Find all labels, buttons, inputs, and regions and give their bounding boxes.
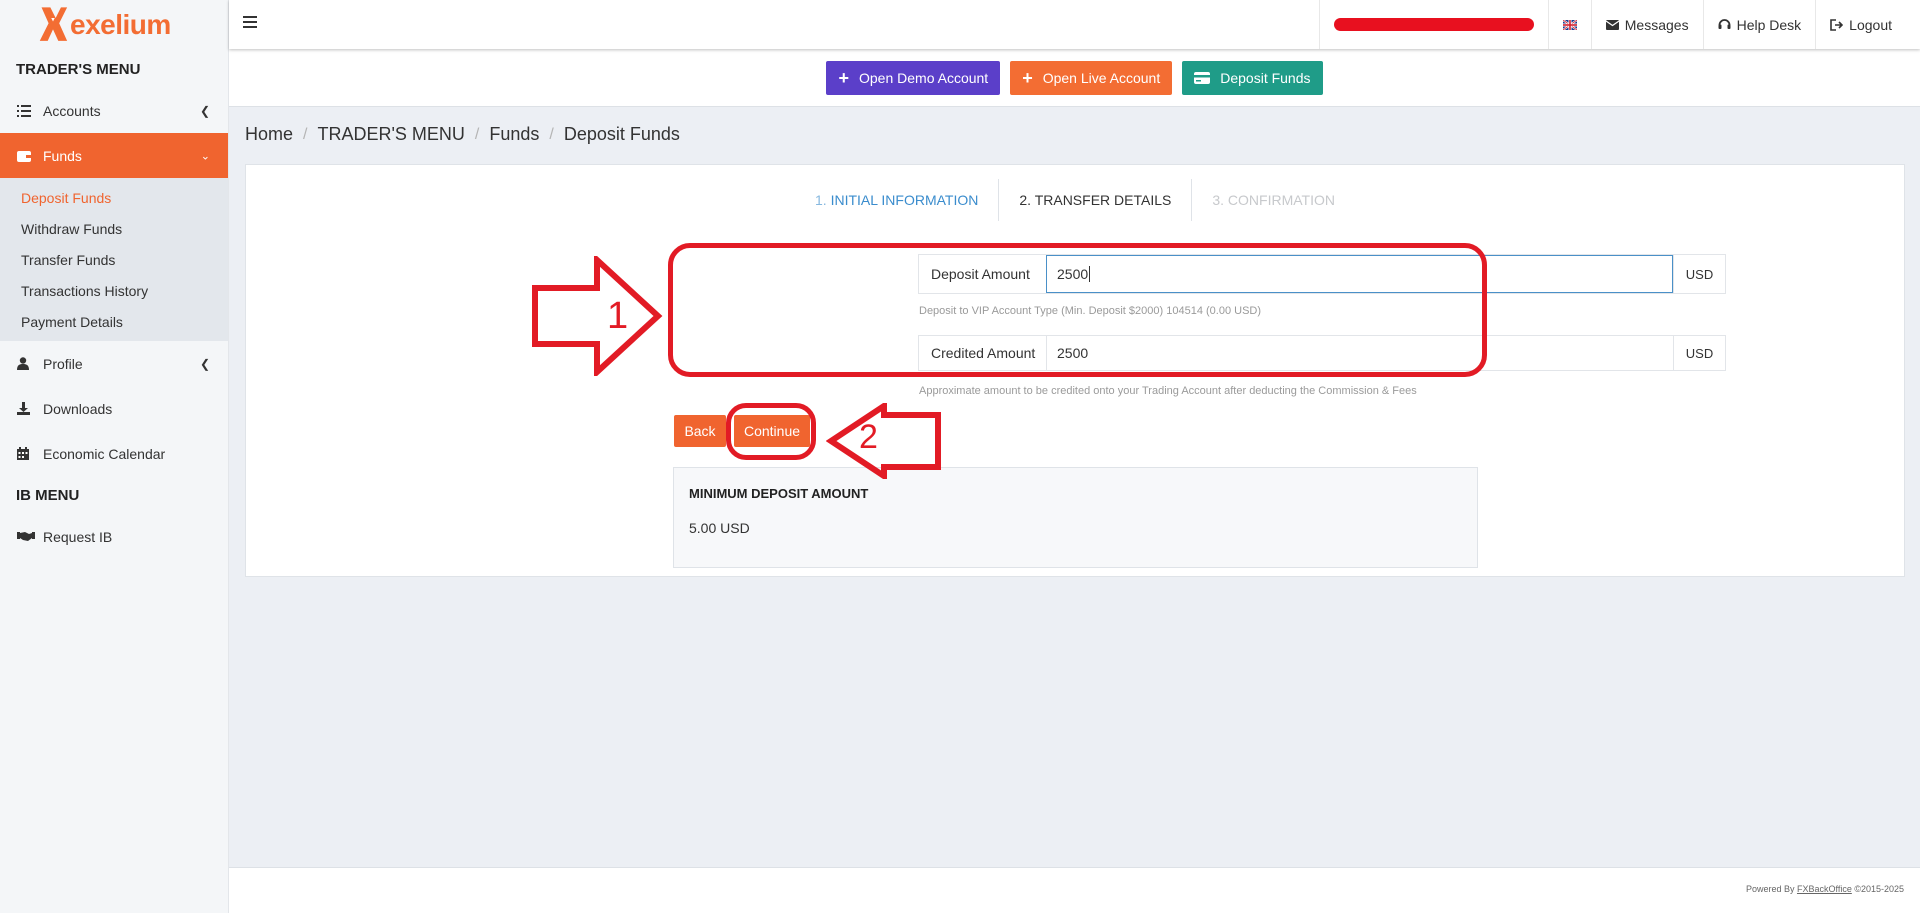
credited-amount-row: Credited Amount 2500 USD <box>918 335 1726 371</box>
list-icon <box>17 104 43 117</box>
deposit-panel: 1. INITIAL INFORMATION 2. TRANSFER DETAI… <box>245 164 1905 577</box>
open-demo-account-label: Open Demo Account <box>859 69 989 86</box>
uk-flag-icon <box>1562 19 1577 30</box>
logout-link[interactable]: Logout <box>1815 0 1920 49</box>
powered-by-label: Powered By <box>1745 884 1797 894</box>
topbar-right: Messages Help Desk Logout <box>1318 0 1920 49</box>
logo[interactable]: exelium <box>0 0 228 50</box>
language-selector[interactable] <box>1547 0 1591 49</box>
submenu-item-payment-details[interactable]: Payment Details <box>0 306 228 337</box>
sign-out-icon <box>1830 18 1844 31</box>
open-demo-account-button[interactable]: + Open Demo Account <box>826 60 1001 95</box>
handshake-icon <box>17 531 43 542</box>
deposit-funds-button[interactable]: Deposit Funds <box>1182 60 1323 95</box>
deposit-amount-label: Deposit Amount <box>931 266 1030 282</box>
breadcrumb: Home / TRADER'S MENU / Funds / Deposit F… <box>245 124 680 145</box>
chevron-left-icon: ❮ <box>199 103 210 118</box>
sidebar-item-label: Funds <box>43 147 82 164</box>
calendar-icon <box>17 447 43 460</box>
sidebar-item-label: Economic Calendar <box>43 445 166 462</box>
credited-amount-label: Credited Amount <box>931 345 1036 361</box>
breadcrumb-traders-menu[interactable]: TRADER'S MENU <box>317 124 464 145</box>
deposit-amount-input[interactable]: 2500 <box>1046 255 1673 293</box>
fxbackoffice-link[interactable]: FXBackOffice <box>1797 884 1852 894</box>
wallet-icon <box>17 150 43 162</box>
back-button[interactable]: Back <box>674 415 726 447</box>
submenu-item-withdraw-funds[interactable]: Withdraw Funds <box>0 213 228 244</box>
open-live-account-label: Open Live Account <box>1042 69 1161 86</box>
deposit-amount-value: 2500 <box>1057 266 1089 282</box>
submenu-item-deposit-funds[interactable]: Deposit Funds <box>0 182 228 213</box>
submenu-item-transfer-funds[interactable]: Transfer Funds <box>0 244 228 275</box>
breadcrumb-deposit-funds: Deposit Funds <box>563 124 680 144</box>
messages-link[interactable]: Messages <box>1590 0 1703 49</box>
chevron-down-icon: ⌄ <box>200 150 210 162</box>
step-confirmation: 3. CONFIRMATION <box>1212 192 1335 208</box>
footer-text: Powered By FXBackOffice ©2015-2025 <box>1746 884 1904 894</box>
messages-label: Messages <box>1624 16 1689 33</box>
redaction-mark <box>1333 18 1534 31</box>
breadcrumb-separator: / <box>303 125 308 143</box>
minimum-deposit-value: 5.00 USD <box>689 520 750 536</box>
traders-menu-heading: TRADER'S MENU <box>16 60 141 78</box>
minimum-deposit-title: MINIMUM DEPOSIT AMOUNT <box>689 486 869 501</box>
step-number: 1. <box>815 192 827 208</box>
wizard-steps: 1. INITIAL INFORMATION 2. TRANSFER DETAI… <box>246 179 1904 221</box>
step-label: INITIAL INFORMATION <box>830 192 979 208</box>
user-icon <box>17 357 43 370</box>
sidebar-item-label: Accounts <box>43 102 101 119</box>
breadcrumb-home[interactable]: Home <box>245 124 293 145</box>
breadcrumb-separator: / <box>474 125 480 143</box>
deposit-help-text: Deposit to VIP Account Type (Min. Deposi… <box>919 305 1262 317</box>
action-bar: + Open Demo Account + Open Live Account … <box>229 49 1920 107</box>
deposit-amount-row: Deposit Amount 2500 USD <box>918 254 1726 294</box>
credited-currency: USD <box>1673 336 1725 370</box>
credited-help-text: Approximate amount to be credited onto y… <box>919 385 1417 397</box>
help-desk-label: Help Desk <box>1736 16 1802 33</box>
breadcrumb-separator: / <box>549 125 554 143</box>
help-desk-link[interactable]: Help Desk <box>1702 0 1816 49</box>
user-account-redacted[interactable] <box>1318 0 1548 49</box>
sidebar-item-label: Request IB <box>43 528 113 545</box>
sidebar-item-label: Downloads <box>43 400 113 417</box>
step-initial-information[interactable]: 1. INITIAL INFORMATION <box>795 179 998 221</box>
brand-name: exelium <box>70 9 171 40</box>
footer: Powered By FXBackOffice ©2015-2025 <box>229 867 1920 913</box>
sidebar: exelium TRADER'S MENU Accounts ❮ Funds ⌄… <box>0 0 229 913</box>
deposit-funds-label: Deposit Funds <box>1220 69 1311 86</box>
headset-icon <box>1718 18 1731 31</box>
chevron-left-icon: ❮ <box>199 356 210 371</box>
sidebar-item-economic-calendar[interactable]: Economic Calendar <box>0 431 228 476</box>
deposit-currency: USD <box>1673 255 1725 293</box>
ib-menu-heading: IB MENU <box>16 486 80 504</box>
sidebar-item-accounts[interactable]: Accounts ❮ <box>0 88 228 133</box>
sidebar-item-funds[interactable]: Funds ⌄ <box>0 133 228 178</box>
credited-amount-input: 2500 <box>1046 336 1673 370</box>
breadcrumb-funds[interactable]: Funds <box>489 124 539 145</box>
step-transfer-details[interactable]: 2. TRANSFER DETAILS <box>998 179 1193 221</box>
sidebar-item-request-ib[interactable]: Request IB <box>0 514 228 559</box>
logout-label: Logout <box>1849 16 1892 33</box>
open-live-account-button[interactable]: + Open Live Account <box>1010 60 1173 95</box>
sidebar-item-downloads[interactable]: Downloads <box>0 386 228 431</box>
credit-card-icon <box>1194 71 1211 84</box>
funds-submenu: Deposit Funds Withdraw Funds Transfer Fu… <box>0 178 228 341</box>
exelium-logo-icon <box>39 7 68 41</box>
plus-icon: + <box>838 67 849 88</box>
plus-icon: + <box>1022 67 1033 88</box>
continue-button[interactable]: Continue <box>734 415 810 447</box>
hamburger-menu-icon[interactable] <box>243 14 257 28</box>
envelope-icon <box>1605 19 1619 30</box>
topbar: Messages Help Desk Logout <box>229 0 1920 49</box>
sidebar-item-label: Profile <box>43 355 83 372</box>
submenu-item-transactions-history[interactable]: Transactions History <box>0 275 228 306</box>
download-icon <box>17 402 43 415</box>
text-cursor <box>1089 266 1091 282</box>
copyright-label: ©2015-2025 <box>1851 884 1904 894</box>
minimum-deposit-box: MINIMUM DEPOSIT AMOUNT 5.00 USD <box>673 467 1478 568</box>
sidebar-item-profile[interactable]: Profile ❮ <box>0 341 228 386</box>
